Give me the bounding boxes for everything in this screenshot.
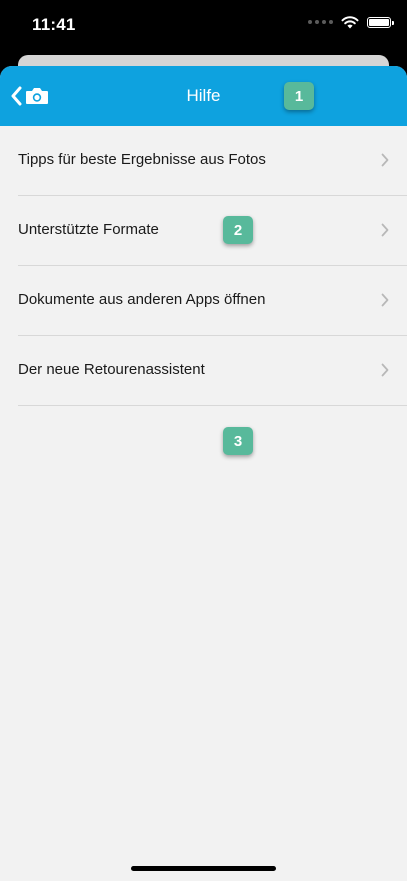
- annotation-badge-3: 3: [223, 427, 253, 455]
- list-item-label: Tipps für beste Ergebnisse aus Fotos: [18, 151, 266, 168]
- battery-icon: [367, 16, 394, 28]
- cellular-signal-icon: [308, 20, 333, 24]
- list-item[interactable]: Der neue Retourenassistent: [18, 336, 407, 406]
- status-bar: 11:41: [0, 0, 407, 50]
- chevron-right-icon: [381, 363, 389, 377]
- page-title: Hilfe: [186, 86, 221, 105]
- status-icons: [308, 15, 394, 29]
- list-item[interactable]: Unterstützte Formate: [18, 196, 407, 266]
- annotation-badge-1: 1: [284, 82, 314, 110]
- wifi-icon: [341, 16, 359, 29]
- navigation-bar: Hilfe: [0, 66, 407, 126]
- home-indicator: [131, 866, 276, 871]
- status-time: 11:41: [32, 15, 76, 34]
- annotation-badge-2: 2: [223, 216, 253, 244]
- list-item[interactable]: Tipps für beste Ergebnisse aus Fotos: [18, 126, 407, 196]
- chevron-right-icon: [381, 293, 389, 307]
- help-sheet: Hilfe Tipps für beste Ergebnisse aus Fot…: [0, 66, 407, 881]
- chevron-right-icon: [381, 223, 389, 237]
- help-topics-list: Tipps für beste Ergebnisse aus Fotos Unt…: [0, 126, 407, 406]
- chevron-right-icon: [381, 153, 389, 167]
- list-item-label: Dokumente aus anderen Apps öffnen: [18, 291, 266, 308]
- list-item[interactable]: Dokumente aus anderen Apps öffnen: [18, 266, 407, 336]
- list-item-label: Der neue Retourenassistent: [18, 361, 205, 378]
- list-item-label: Unterstützte Formate: [18, 221, 159, 238]
